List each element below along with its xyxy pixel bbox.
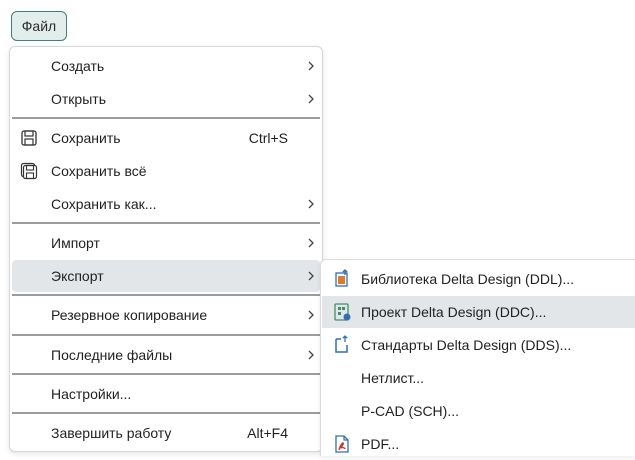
submenu-item-export-pdf[interactable]: PDF... bbox=[322, 428, 635, 460]
menu-item-open-label: Открыть bbox=[51, 91, 106, 107]
submenu-item-export-dds[interactable]: Стандарты Delta Design (DDS)... bbox=[322, 329, 635, 361]
export-submenu: Библиотека Delta Design (DDL)... Проект … bbox=[320, 259, 635, 456]
chevron-right-icon bbox=[308, 310, 314, 320]
menu-item-save-shortcut: Ctrl+S bbox=[248, 130, 288, 146]
menu-item-save-as[interactable]: Сохранить как... bbox=[12, 188, 320, 220]
menu-item-export[interactable]: Экспорт bbox=[12, 260, 320, 292]
menu-item-create-label: Создать bbox=[51, 58, 105, 74]
menu-item-settings-label: Настройки... bbox=[51, 386, 132, 402]
menu-separator bbox=[12, 117, 320, 119]
menu-item-exit[interactable]: Завершить работу Alt+F4 bbox=[12, 417, 320, 449]
submenu-item-export-ddl[interactable]: Библиотека Delta Design (DDL)... bbox=[322, 263, 635, 295]
menu-separator bbox=[12, 373, 320, 375]
menu-item-save-label: Сохранить bbox=[51, 130, 121, 146]
menu-item-create[interactable]: Создать bbox=[12, 50, 320, 82]
chevron-right-icon bbox=[308, 238, 314, 248]
floppy-disk-icon bbox=[21, 130, 37, 146]
floppy-disks-icon bbox=[20, 162, 38, 180]
menu-item-recent-label: Последние файлы bbox=[51, 347, 173, 363]
menu-item-import-label: Импорт bbox=[51, 235, 100, 251]
menu-item-exit-shortcut: Alt+F4 bbox=[247, 425, 288, 441]
submenu-item-export-pcad-label: P-CAD (SCH)... bbox=[361, 403, 459, 419]
menu-item-export-label: Экспорт bbox=[51, 268, 104, 284]
chevron-right-icon bbox=[308, 94, 314, 104]
menu-item-recent[interactable]: Последние файлы bbox=[12, 339, 320, 371]
library-export-icon bbox=[335, 269, 348, 287]
menu-item-save[interactable]: Сохранить Ctrl+S bbox=[12, 122, 320, 154]
menu-item-save-all-label: Сохранить всё bbox=[51, 163, 147, 179]
menu-item-save-all[interactable]: Сохранить всё bbox=[12, 155, 320, 187]
submenu-item-export-ddl-label: Библиотека Delta Design (DDL)... bbox=[361, 271, 575, 287]
menu-item-open[interactable]: Открыть bbox=[12, 83, 320, 115]
chevron-right-icon bbox=[308, 350, 314, 360]
pdf-icon bbox=[335, 435, 349, 453]
submenu-item-export-netlist[interactable]: Нетлист... bbox=[322, 362, 635, 394]
menu-item-exit-label: Завершить работу bbox=[51, 425, 172, 441]
menu-item-save-as-label: Сохранить как... bbox=[51, 196, 157, 212]
submenu-item-export-dds-label: Стандарты Delta Design (DDS)... bbox=[361, 337, 572, 353]
menu-item-backup-label: Резервное копирование bbox=[51, 307, 208, 323]
menu-item-settings[interactable]: Настройки... bbox=[12, 378, 320, 410]
standards-export-icon bbox=[335, 335, 348, 353]
submenu-item-export-ddc-label: Проект Delta Design (DDC)... bbox=[361, 304, 547, 320]
menu-separator bbox=[12, 334, 320, 336]
project-export-icon bbox=[334, 303, 351, 321]
menu-separator bbox=[12, 222, 320, 224]
menu-item-import[interactable]: Импорт bbox=[12, 227, 320, 259]
file-menu: Создать Открыть Сохранить Ctrl+S Сохрани… bbox=[9, 46, 323, 452]
menu-separator bbox=[12, 412, 320, 414]
file-menu-button[interactable]: Файл bbox=[11, 11, 67, 41]
submenu-item-export-netlist-label: Нетлист... bbox=[361, 370, 425, 386]
submenu-item-export-ddc[interactable]: Проект Delta Design (DDC)... bbox=[322, 296, 635, 328]
chevron-right-icon bbox=[308, 61, 314, 71]
menu-separator bbox=[12, 294, 320, 296]
menu-item-backup[interactable]: Резервное копирование bbox=[12, 299, 320, 331]
chevron-right-icon bbox=[308, 271, 314, 281]
chevron-right-icon bbox=[308, 199, 314, 209]
submenu-item-export-pcad[interactable]: P-CAD (SCH)... bbox=[322, 395, 635, 427]
submenu-item-export-pdf-label: PDF... bbox=[361, 436, 400, 452]
